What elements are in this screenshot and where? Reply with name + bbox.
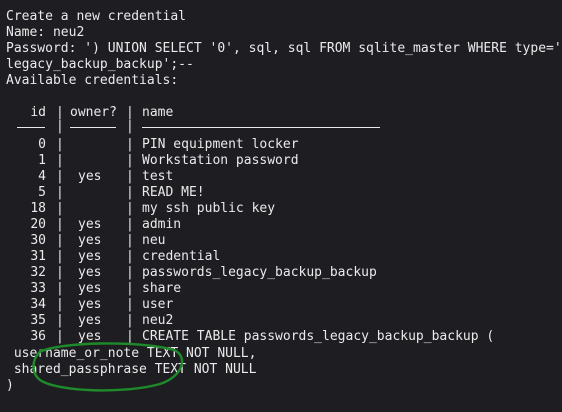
table-cell-owner: yes <box>78 281 102 296</box>
table-cell-name: neu2 <box>142 313 174 328</box>
column-separator: | <box>126 119 134 134</box>
terminal-window[interactable]: Create a new credential Name: neu2 Passw… <box>0 0 562 412</box>
column-separator: | <box>126 313 134 328</box>
table-cell-name: passwords_legacy_backup_backup <box>142 265 377 280</box>
table-cell-name: PIN equipment locker <box>142 137 299 152</box>
column-separator: | <box>126 153 134 168</box>
table-cell-owner: yes <box>78 217 102 232</box>
header-rule-owner <box>70 127 116 128</box>
column-separator: | <box>126 169 134 184</box>
column-separator: | <box>126 281 134 296</box>
table-cell-id: 30 <box>30 233 46 248</box>
column-separator: | <box>126 233 134 248</box>
column-separator: | <box>126 185 134 200</box>
table-cell-id: 32 <box>30 265 46 280</box>
output-line-password: Password: ') UNION SELECT '0', sql, sql … <box>6 41 562 56</box>
table-cell-id: 18 <box>30 201 46 216</box>
table-cell-id: 4 <box>38 169 46 184</box>
column-separator: | <box>56 265 64 280</box>
output-line-name: Name: neu2 <box>6 25 85 40</box>
output-line-available: Available credentials: <box>6 73 179 88</box>
table-cell-id: 33 <box>30 281 46 296</box>
table-cell-id: 1 <box>38 153 46 168</box>
table-cell-id: 34 <box>30 297 46 312</box>
column-header-name: name <box>142 105 174 120</box>
highlight-ellipse-annotation <box>32 342 184 392</box>
table-cell-id: 0 <box>38 137 46 152</box>
column-separator: | <box>56 217 64 232</box>
table-cell-owner: yes <box>78 313 102 328</box>
column-header-id: id <box>30 105 46 120</box>
column-separator: | <box>126 201 134 216</box>
column-separator: | <box>56 233 64 248</box>
column-separator: | <box>56 137 64 152</box>
column-separator: | <box>56 297 64 312</box>
column-separator: | <box>56 281 64 296</box>
table-cell-owner: yes <box>78 169 102 184</box>
column-separator: | <box>56 313 64 328</box>
column-separator: | <box>56 119 64 134</box>
table-cell-name: share <box>142 281 182 296</box>
table-cell-id: 35 <box>30 313 46 328</box>
column-separator: | <box>56 153 64 168</box>
table-cell-id: 20 <box>30 217 46 232</box>
column-separator: | <box>56 185 64 200</box>
table-cell-name: user <box>142 297 174 312</box>
output-line-password-cont: legacy_backup_backup';-- <box>6 57 194 72</box>
output-line-create: Create a new credential <box>6 9 187 24</box>
output-line-close-paren: ) <box>6 378 14 393</box>
table-cell-name: CREATE TABLE passwords_legacy_backup_bac… <box>142 329 495 344</box>
column-separator: | <box>126 297 134 312</box>
table-cell-id: 31 <box>30 249 46 264</box>
column-separator: | <box>56 169 64 184</box>
table-cell-owner: yes <box>78 265 102 280</box>
column-separator: | <box>126 137 134 152</box>
table-cell-id: 5 <box>38 185 46 200</box>
column-separator: | <box>126 265 134 280</box>
column-separator: | <box>126 217 134 232</box>
column-separator: | <box>126 249 134 264</box>
column-separator: | <box>56 249 64 264</box>
table-cell-name: test <box>142 169 174 184</box>
column-header-owner: owner? <box>70 105 117 120</box>
table-cell-name: my ssh public key <box>142 201 276 216</box>
header-rule-name <box>142 127 380 128</box>
table-cell-name: credential <box>142 249 221 264</box>
table-cell-name: admin <box>142 217 182 232</box>
column-separator: | <box>56 201 64 216</box>
table-cell-name: READ ME! <box>142 185 205 200</box>
table-cell-name: Workstation password <box>142 153 299 168</box>
header-rule-id <box>17 127 45 128</box>
table-cell-name: neu <box>142 233 166 248</box>
table-cell-owner: yes <box>78 249 102 264</box>
table-cell-owner: yes <box>78 297 102 312</box>
table-cell-owner: yes <box>78 233 102 248</box>
